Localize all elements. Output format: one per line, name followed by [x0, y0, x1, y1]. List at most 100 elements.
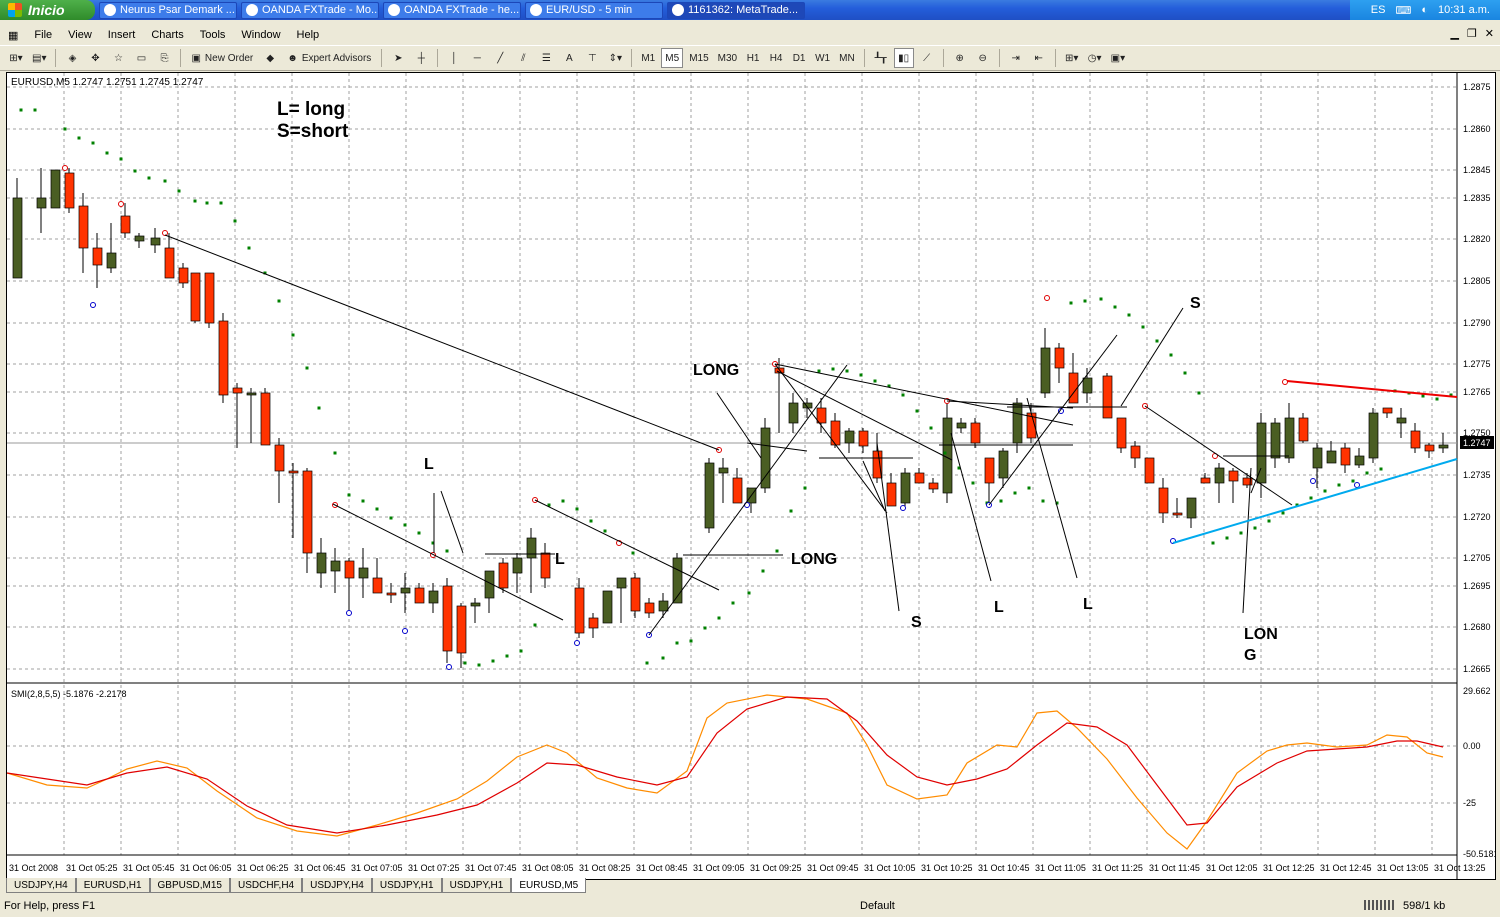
tab-usdchf-h4[interactable]: USDCHF,H4 [230, 878, 303, 893]
psar-dot [675, 641, 679, 645]
menu-charts[interactable]: Charts [143, 29, 191, 41]
separator [1054, 49, 1056, 67]
new-order-button[interactable]: ▣ New Order [187, 48, 257, 68]
text-tool[interactable]: A [559, 48, 579, 68]
chart-window[interactable]: 1.2875 1.2860 1.2845 1.2835 1.2820 1.2805 1.27… [6, 72, 1496, 880]
psar-dot [845, 369, 849, 373]
chart-canvas[interactable]: 1.2875 1.2860 1.2845 1.2835 1.2820 1.2805 1.27… [7, 73, 1495, 879]
metaeditor-icon[interactable]: ◆ [260, 48, 280, 68]
crosshair-icon[interactable]: ┼ [411, 48, 431, 68]
task-eurusd[interactable]: EUR/USD - 5 min [525, 1, 663, 19]
tab-usdjpy-h1[interactable]: USDJPY,H1 [371, 878, 442, 893]
separator [55, 49, 57, 67]
autoscroll-icon[interactable]: ⇥ [1006, 48, 1026, 68]
period-m15[interactable]: M15 [686, 48, 711, 68]
psar-dot [817, 369, 821, 373]
psar-dots [19, 108, 1453, 667]
psar-dot [1169, 353, 1173, 357]
keyboard-icon[interactable]: ⌨ [1395, 4, 1411, 17]
trend-line [876, 442, 900, 612]
strategy-tester-icon[interactable]: ⎘ [154, 48, 174, 68]
task-neurus[interactable]: Neurus Psar Demark ... [99, 1, 237, 19]
minimize-icon[interactable]: ▁ [1450, 27, 1458, 40]
period-w1[interactable]: W1 [812, 48, 833, 68]
candle-body [1410, 430, 1421, 449]
app-icon[interactable]: ▦ [0, 29, 26, 42]
menu-window[interactable]: Window [233, 29, 288, 41]
psar-dot [1027, 486, 1031, 490]
language-indicator[interactable]: ES [1371, 4, 1386, 16]
task-oanda-2[interactable]: OANDA FXTrade - he... [383, 1, 521, 19]
new-order-label: New Order [204, 52, 254, 64]
indicators-icon[interactable]: ⊞▾ [1062, 48, 1082, 68]
zoom-in-icon[interactable]: ⊕ [950, 48, 970, 68]
menu-tools[interactable]: Tools [192, 29, 234, 41]
trendline-icon[interactable]: ╱ [490, 48, 510, 68]
candle-body [344, 560, 355, 579]
restore-icon[interactable]: ❐ [1467, 27, 1477, 40]
psar-dot [747, 591, 751, 595]
terminal-icon[interactable]: ▭ [131, 48, 151, 68]
menu-help[interactable]: Help [289, 29, 328, 41]
arrows-icon[interactable]: ⇕▾ [605, 48, 625, 68]
candle-body [630, 577, 641, 612]
expert-advisors-button[interactable]: ☻ Expert Advisors [283, 48, 375, 68]
menu-insert[interactable]: Insert [100, 29, 144, 41]
candle-body [970, 422, 981, 444]
vertical-line-icon[interactable]: │ [444, 48, 464, 68]
tab-usdjpy-h1-2[interactable]: USDJPY,H1 [441, 878, 512, 893]
periods-clock-icon[interactable]: ◷▾ [1085, 48, 1105, 68]
firefox-icon [104, 4, 116, 16]
psar-dot [119, 157, 123, 161]
psar-dot [389, 516, 393, 520]
task-metatrader[interactable]: 1161362: MetaTrade... [667, 1, 805, 19]
market-watch-icon[interactable]: ◈ [62, 48, 82, 68]
psar-dot [33, 108, 37, 112]
period-m30[interactable]: M30 [715, 48, 740, 68]
close-icon[interactable]: ✕ [1485, 27, 1494, 40]
fibonacci-icon[interactable]: ☰ [536, 48, 556, 68]
cursor-icon[interactable]: ➤ [388, 48, 408, 68]
tab-usdjpy-h4[interactable]: USDJPY,H4 [6, 878, 76, 893]
candle-body [1200, 477, 1211, 484]
line-chart-icon[interactable]: ⟋ [917, 48, 937, 68]
windows-logo-icon [8, 3, 22, 17]
templates-icon[interactable]: ▣▾ [1108, 48, 1128, 68]
tab-eurusd-h1[interactable]: EURUSD,H1 [75, 878, 150, 893]
candle-body [984, 457, 995, 484]
psar-dot [1041, 499, 1045, 503]
trend-line [988, 334, 1118, 506]
zoom-out-icon[interactable]: ⊖ [973, 48, 993, 68]
candlestick-icon[interactable]: ▮▯ [893, 48, 914, 68]
start-button[interactable]: Inicio [0, 0, 95, 20]
profiles-icon[interactable]: ▤▾ [29, 48, 49, 68]
clock[interactable]: 10:31 a.m. [1438, 4, 1490, 16]
time-tick-label: 31 Oct 05:45 [123, 863, 175, 873]
menu-file[interactable]: File [26, 29, 60, 41]
chart-shift-icon[interactable]: ⇤ [1029, 48, 1049, 68]
text-label-icon[interactable]: ⊤ [582, 48, 602, 68]
data-window-icon[interactable]: ✥ [85, 48, 105, 68]
new-chart-icon[interactable]: ⊞▾ [6, 48, 26, 68]
time-tick-label: 31 Oct 06:25 [237, 863, 289, 873]
channel-icon[interactable]: ⫽ [513, 48, 533, 68]
navigator-icon[interactable]: ☆ [108, 48, 128, 68]
period-d1[interactable]: D1 [789, 48, 809, 68]
period-m1[interactable]: M1 [638, 48, 658, 68]
period-mn[interactable]: MN [836, 48, 858, 68]
tab-eurusd-m5[interactable]: EURUSD,M5 [511, 878, 587, 893]
task-oanda-1[interactable]: OANDA FXTrade - Mo... [241, 1, 379, 19]
menu-view[interactable]: View [60, 29, 100, 41]
period-m5[interactable]: M5 [661, 48, 684, 68]
psar-dot [645, 661, 649, 665]
network-icon[interactable]: ◐ [1421, 4, 1428, 16]
period-h4[interactable]: H4 [766, 48, 786, 68]
smi-indicator [7, 694, 1444, 850]
horizontal-line-icon[interactable]: ─ [467, 48, 487, 68]
indicator-tick-label: -25 [1463, 798, 1476, 808]
fractal-marker [162, 230, 168, 236]
bar-chart-icon[interactable]: ┸┰ [871, 48, 891, 68]
tab-usdjpy-h4-2[interactable]: USDJPY,H4 [302, 878, 372, 893]
tab-gbpusd-m15[interactable]: GBPUSD,M15 [149, 878, 230, 893]
period-h1[interactable]: H1 [743, 48, 763, 68]
